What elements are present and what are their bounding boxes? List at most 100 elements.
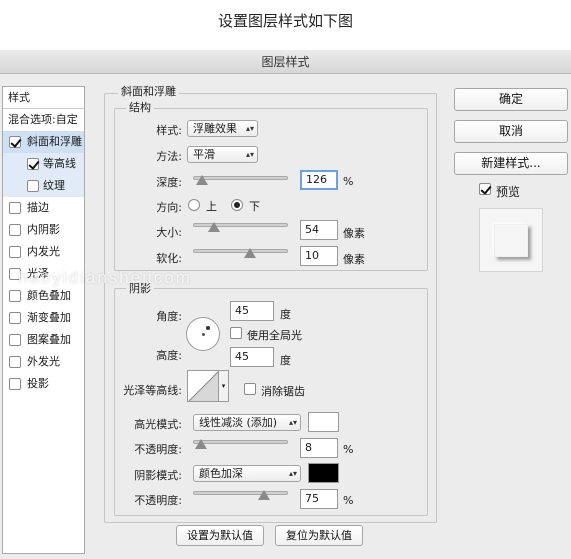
style-item-texture[interactable]: 纹理 xyxy=(3,175,84,197)
highlight-opacity-track xyxy=(193,440,288,444)
size-label: 大小: xyxy=(156,226,182,239)
style-item-label: 颜色叠加 xyxy=(27,289,71,302)
gloss-contour-dropdown[interactable]: ▾ xyxy=(219,370,229,402)
blend-options-item[interactable]: 混合选项:自定 xyxy=(3,109,84,131)
inner-glow-checkbox[interactable] xyxy=(9,246,21,258)
style-item-label: 内发光 xyxy=(27,245,60,258)
technique-select[interactable]: 平滑 ▴▾ xyxy=(187,146,258,163)
depth-label: 深度: xyxy=(156,176,182,189)
stroke-checkbox[interactable] xyxy=(9,202,21,214)
highlight-color-swatch[interactable] xyxy=(308,412,339,432)
shadow-opacity-thumb[interactable] xyxy=(258,490,271,500)
ok-button[interactable]: 确定 xyxy=(454,88,568,111)
style-item-color-overlay[interactable]: 颜色叠加 xyxy=(3,285,84,307)
altitude-input[interactable]: 45 xyxy=(230,347,274,367)
cancel-button[interactable]: 取消 xyxy=(454,120,568,143)
updown-arrow-icon: ▴▾ xyxy=(288,418,297,427)
highlight-opacity-label: 不透明度: xyxy=(134,443,182,456)
direction-down-label: 下 xyxy=(249,200,260,213)
highlight-opacity-unit: % xyxy=(343,443,354,456)
bevel-emboss-checkbox[interactable] xyxy=(9,136,21,148)
style-item-label: 纹理 xyxy=(43,179,65,192)
angle-dial-center xyxy=(202,333,205,336)
outer-glow-checkbox[interactable] xyxy=(9,356,21,368)
depth-input[interactable]: 126 xyxy=(300,170,338,190)
style-item-outer-glow[interactable]: 外发光 xyxy=(3,351,84,373)
soften-slider-track xyxy=(193,249,288,253)
altitude-label: 高度: xyxy=(156,349,182,362)
style-item-label: 内阴影 xyxy=(27,223,60,236)
style-item-gradient-overlay[interactable]: 渐变叠加 xyxy=(3,307,84,329)
color-overlay-checkbox[interactable] xyxy=(9,290,21,302)
global-light-checkbox[interactable] xyxy=(230,327,242,339)
bevel-style-select[interactable]: 浮雕效果 ▴▾ xyxy=(187,120,258,137)
global-light-label: 使用全局光 xyxy=(247,329,302,342)
size-slider[interactable] xyxy=(193,219,288,232)
angle-label: 角度: xyxy=(156,310,182,323)
angle-dial-marker xyxy=(206,326,210,330)
size-input[interactable]: 54 xyxy=(300,220,338,240)
highlight-opacity-thumb[interactable] xyxy=(194,439,207,449)
style-item-label: 外发光 xyxy=(27,355,60,368)
angle-unit: 度 xyxy=(280,308,291,321)
style-preview-thumbnail xyxy=(479,208,543,272)
technique-value: 平滑 xyxy=(193,148,215,161)
angle-dial[interactable] xyxy=(186,317,220,351)
style-item-label: 描边 xyxy=(27,201,49,214)
style-item-pattern-overlay[interactable]: 图案叠加 xyxy=(3,329,84,351)
shadow-opacity-slider[interactable] xyxy=(193,487,288,500)
direction-down-radio[interactable] xyxy=(231,199,243,211)
shadow-mode-select[interactable]: 颜色加深 ▴▾ xyxy=(193,465,301,482)
direction-up-radio[interactable] xyxy=(188,199,200,211)
shadow-mode-label: 阴影模式: xyxy=(134,469,182,482)
pattern-overlay-checkbox[interactable] xyxy=(9,334,21,346)
style-item-inner-shadow[interactable]: 内阴影 xyxy=(3,219,84,241)
soften-slider[interactable] xyxy=(193,245,288,258)
soften-slider-thumb[interactable] xyxy=(244,248,256,258)
gloss-contour-label: 光泽等高线: xyxy=(123,384,182,397)
style-item-contour[interactable]: 等高线 xyxy=(3,153,84,175)
angle-input[interactable]: 45 xyxy=(230,301,274,321)
dialog-title-bar: 图层样式 xyxy=(0,50,571,74)
style-item-drop-shadow[interactable]: 投影 xyxy=(3,373,84,395)
linear-contour-icon xyxy=(188,371,218,401)
style-label: 样式: xyxy=(156,124,182,137)
soften-input[interactable]: 10 xyxy=(300,246,338,266)
shadow-mode-value: 颜色加深 xyxy=(199,467,243,480)
preview-checkbox[interactable] xyxy=(479,183,491,195)
gloss-contour-picker[interactable] xyxy=(187,370,219,402)
highlight-mode-label: 高光模式: xyxy=(134,418,182,431)
style-item-inner-glow[interactable]: 内发光 xyxy=(3,241,84,263)
shadow-color-swatch[interactable] xyxy=(308,463,339,483)
depth-slider[interactable] xyxy=(193,172,288,185)
reset-default-button[interactable]: 复位为默认值 xyxy=(275,525,363,546)
highlight-opacity-slider[interactable] xyxy=(193,436,288,449)
highlight-opacity-input[interactable]: 8 xyxy=(300,438,338,458)
shadow-opacity-label: 不透明度: xyxy=(134,494,182,507)
shadow-opacity-input[interactable]: 75 xyxy=(300,489,338,509)
bevel-style-value: 浮雕效果 xyxy=(193,122,237,135)
gradient-overlay-checkbox[interactable] xyxy=(9,312,21,324)
inner-shadow-checkbox[interactable] xyxy=(9,224,21,236)
preview-label: 预览 xyxy=(496,185,521,199)
size-slider-thumb[interactable] xyxy=(207,222,220,232)
new-style-button[interactable]: 新建样式... xyxy=(454,152,568,175)
contour-checkbox[interactable] xyxy=(27,158,39,170)
structure-title: 结构 xyxy=(126,99,154,115)
depth-slider-thumb[interactable] xyxy=(195,175,208,185)
style-item-stroke[interactable]: 描边 xyxy=(3,197,84,219)
size-unit: 像素 xyxy=(343,227,365,240)
highlight-mode-select[interactable]: 线性减淡 (添加) ▴▾ xyxy=(193,414,301,431)
style-item-label: 图案叠加 xyxy=(27,333,71,346)
watermark-text: haoyidianshejicom xyxy=(18,268,192,287)
style-item-bevel-emboss[interactable]: 斜面和浮雕 xyxy=(3,131,84,153)
caption-title: 设置图层样式如下图 xyxy=(217,12,353,30)
drop-shadow-checkbox[interactable] xyxy=(9,378,21,390)
anti-alias-checkbox[interactable] xyxy=(244,383,256,395)
preview-swatch xyxy=(494,224,528,257)
style-item-label: 投影 xyxy=(27,377,49,390)
method-label: 方法: xyxy=(156,150,182,163)
soften-unit: 像素 xyxy=(343,253,365,266)
texture-checkbox[interactable] xyxy=(27,180,39,192)
make-default-button[interactable]: 设置为默认值 xyxy=(176,525,264,546)
